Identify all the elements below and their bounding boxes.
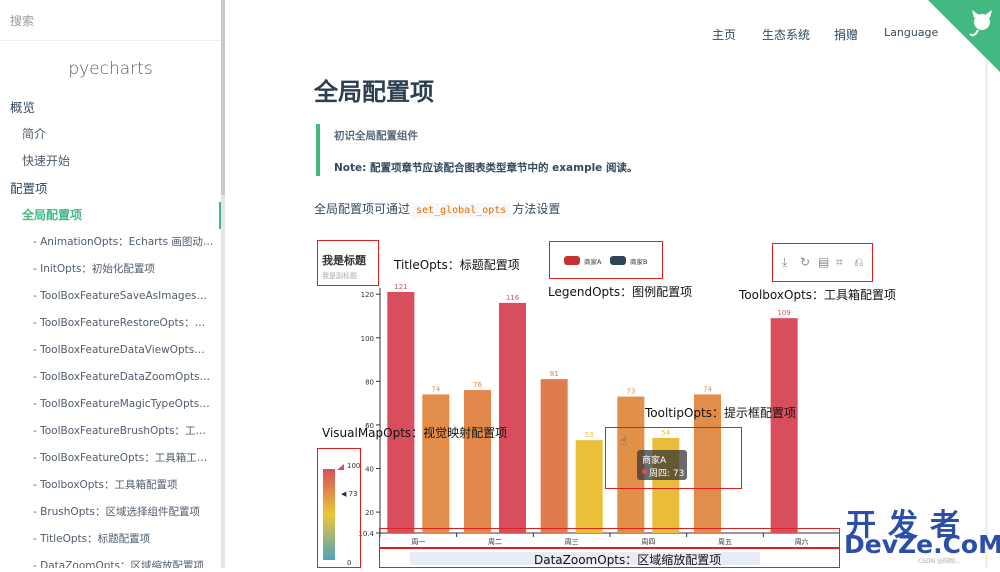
legend-label-b[interactable]: 商家B xyxy=(630,256,647,266)
tooltip-title: 商家A xyxy=(642,456,667,466)
legend-label-a[interactable]: 商家A xyxy=(584,256,601,266)
intro-after: 方法设置 xyxy=(512,202,561,216)
content-scrollbar[interactable] xyxy=(985,0,988,568)
y-tick-label: 40 xyxy=(365,466,374,474)
sidebar-item[interactable]: - ToolboxOpts：工具箱配置项 xyxy=(0,472,221,499)
xaxis-highlight-box xyxy=(379,528,840,548)
bar-b xyxy=(422,394,450,533)
sidebar-item[interactable]: - TitleOpts：标题配置项 xyxy=(0,526,221,553)
annotation-tooltip-opts: TooltipOpts：提示框配置项 xyxy=(645,406,796,420)
sidebar-item[interactable]: 全局配置项 xyxy=(0,202,221,229)
annotation-visualmap-opts: VisualMapOpts：视觉映射配置项 xyxy=(322,426,508,440)
watermark-en: DevZe.CoM xyxy=(844,530,1000,559)
annotation-legend-opts: LegendOpts：图例配置项 xyxy=(548,285,693,299)
sidebar: 搜索 pyecharts 概览 简介 快速开始 配置项 全局配置项 - Animation… xyxy=(0,0,222,568)
title-highlight-box xyxy=(317,240,379,286)
tooltip-marker xyxy=(642,469,647,474)
bar-a xyxy=(540,379,568,533)
sidebar-item[interactable]: - AnimationOpts：Echarts 画图动画配... xyxy=(0,229,221,256)
sidebar-item[interactable]: - ToolBoxFeatureSaveAsImagesOpts：... xyxy=(0,283,221,310)
tip-line-2: Note: 配置项章节应该配合图表类型章节中的 example 阅读。 xyxy=(334,162,638,174)
sidebar-item[interactable]: 概览 xyxy=(0,94,221,121)
sidebar-item[interactable]: - ToolBoxFeatureRestoreOpts：工具箱... xyxy=(0,310,221,337)
sidebar-scrollbar[interactable] xyxy=(221,0,225,568)
bar-data-label: 76 xyxy=(473,381,482,389)
bar-data-label: 74 xyxy=(703,385,712,393)
data-view-icon[interactable]: ▤ xyxy=(818,255,829,269)
bar-b xyxy=(499,302,526,533)
nav-ecosystem-link[interactable]: 生态系统 xyxy=(762,26,810,43)
intro-before: 全局配置项可通过 xyxy=(314,202,411,216)
bar-data-label: 74 xyxy=(431,385,440,393)
bar-a xyxy=(464,390,491,533)
sidebar-item[interactable]: 配置项 xyxy=(0,175,221,202)
y-tick-label: 120 xyxy=(361,291,374,299)
github-corner-icon[interactable] xyxy=(928,0,1000,72)
restore-icon[interactable]: ↻ xyxy=(800,255,810,269)
page-title: 全局配置项 xyxy=(314,78,434,106)
visualmap-max-label: 100 xyxy=(347,462,361,470)
sidebar-item[interactable]: - ToolBoxFeatureDataZoomOpts：工具... xyxy=(0,364,221,391)
intro-text: 全局配置项可通过 set_global_opts 方法设置 xyxy=(314,200,561,218)
zoom-icon[interactable]: ⌗ xyxy=(836,255,843,270)
bar-a xyxy=(387,292,415,533)
watermark-logo: 开发者 DevZe.CoM CSDN @阳刚... xyxy=(842,500,1000,568)
nav-home-link[interactable]: 主页 xyxy=(712,26,736,43)
annotation-datazoom-opts: DataZoomOpts：区域缩放配置项 xyxy=(534,553,722,567)
tooltip: 商家A 周四: 73 xyxy=(637,450,687,480)
bar-b xyxy=(575,440,603,533)
sidebar-item[interactable]: - ToolBoxFeatureDataViewOpts：工具... xyxy=(0,337,221,364)
tip-block: 初识全局配置组件 Note: 配置项章节应该配合图表类型章节中的 example… xyxy=(316,124,946,176)
tooltip-item: 周四: 73 xyxy=(649,469,685,479)
y-tick-label: 100 xyxy=(361,335,374,343)
sidebar-item[interactable]: - DataZoomOpts：区域缩放配置项 xyxy=(0,553,221,568)
sidebar-nav: 概览 简介 快速开始 配置项 全局配置项 - AnimationOpts：Echarts … xyxy=(0,94,221,568)
sidebar-item[interactable]: 快速开始 xyxy=(0,148,221,175)
bar-data-label: 81 xyxy=(550,370,559,378)
sidebar-item[interactable]: - ToolBoxFeatureBrushOpts：工具箱选... xyxy=(0,418,221,445)
bar-a xyxy=(770,318,798,533)
zoom-reset-icon[interactable]: ⎌ xyxy=(854,255,864,270)
y-tick-label: 80 xyxy=(365,378,374,386)
legend-swatch-b[interactable] xyxy=(610,256,626,265)
visualmap-min-label: 0 xyxy=(347,559,352,567)
chart-area: 120 100 80 60 40 20 10.4 周一 周二 周三 周四 周五 周六 121 74 76 11… xyxy=(300,232,896,568)
nav-donate-link[interactable]: 捐赠 xyxy=(834,26,858,43)
intro-code: set_global_opts xyxy=(412,203,511,218)
watermark-small: CSDN @阳刚... xyxy=(918,558,961,565)
tip-line-1: 初识全局配置组件 xyxy=(334,130,418,142)
visualmap-indicator: ◀ 73 xyxy=(341,490,358,498)
bar-data-label: 53 xyxy=(585,431,594,439)
sidebar-item[interactable]: - BrushOpts：区域选择组件配置项 xyxy=(0,499,221,526)
sidebar-item[interactable]: - InitOpts：初始化配置项 xyxy=(0,256,221,283)
search-input[interactable]: 搜索 xyxy=(0,0,221,41)
bar-data-label: 73 xyxy=(626,388,635,396)
annotation-toolbox-opts: ToolboxOpts：工具箱配置项 xyxy=(739,288,897,302)
annotation-title-opts: TitleOpts：标题配置项 xyxy=(394,258,520,272)
bar-data-label: 121 xyxy=(394,283,407,291)
legend-swatch-a[interactable] xyxy=(564,256,580,265)
save-image-icon[interactable]: ⤓ xyxy=(782,255,787,270)
y-tick-label: 20 xyxy=(365,509,374,517)
cursor-hand-icon: ☝ xyxy=(620,434,628,448)
sidebar-item[interactable]: - ToolBoxFeatureMagicTypeOpts：工具... xyxy=(0,391,221,418)
sidebar-item[interactable]: 简介 xyxy=(0,121,221,148)
bar-data-label: 116 xyxy=(506,294,520,302)
bar-data-label: 109 xyxy=(777,309,790,317)
sidebar-item[interactable]: - ToolBoxFeatureOpts：工具箱工具配... xyxy=(0,445,221,472)
app-name[interactable]: pyecharts xyxy=(0,59,221,89)
